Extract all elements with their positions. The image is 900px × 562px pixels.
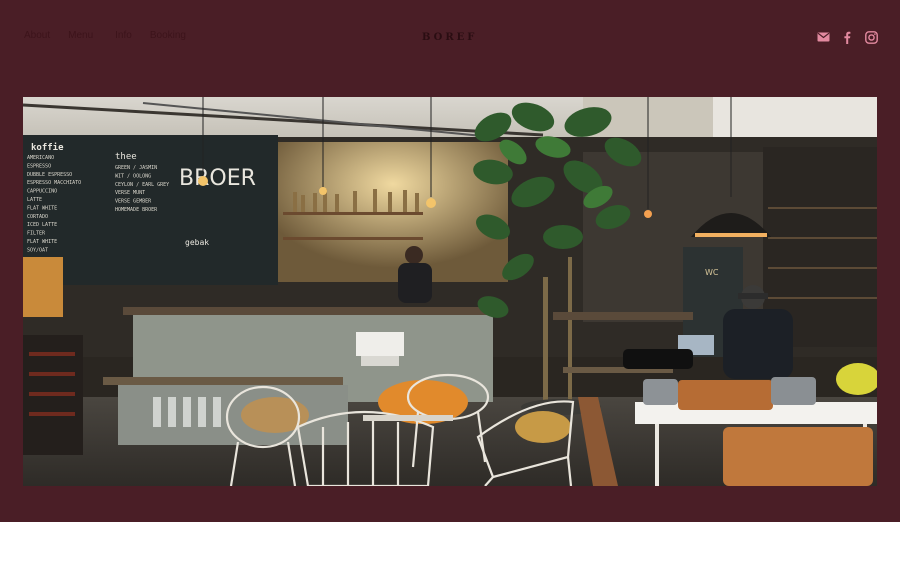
chalk-menu-left-line: AMERICANO (27, 155, 54, 161)
chalk-menu-left-line: ESPRESSO (27, 163, 51, 169)
chalk-heading-thee: thee (115, 152, 137, 162)
chalk-menu-left-line: FILTER (27, 231, 46, 237)
chalk-menu-left-line: SOY/OAT (27, 247, 48, 253)
social-links (816, 30, 878, 44)
nav-booking[interactable]: Booking (150, 30, 186, 41)
chalk-menu-left-line: FLAT WHITE (27, 239, 57, 245)
site-frame: About Menu Info Booking BOREF koffie the… (0, 0, 900, 522)
chalk-menu-left-line: CAPPUCCINO (27, 189, 57, 195)
hero-image-cafe-interior: koffie thee BROER gebak AMERICANO ESPRESS… (23, 97, 877, 486)
nav-about[interactable]: About (24, 30, 50, 41)
mail-icon[interactable] (816, 30, 830, 44)
chalk-menu-mid-line: VERSE MUNT (115, 190, 145, 196)
main-nav: About Menu Info Booking (24, 30, 204, 41)
page-bottom (0, 522, 900, 562)
chalk-menu-mid-line: GREEN / JASMIN (115, 165, 157, 171)
nav-info[interactable]: Info (115, 30, 132, 41)
nav-menu[interactable]: Menu (68, 30, 93, 41)
chalk-menu-left-line: FLAT WHITE (27, 205, 57, 211)
chalk-menu-mid-line: VERSE GEMBER (115, 199, 152, 205)
chalk-menu-left-line: DUBBLE ESPRESSO (27, 172, 72, 178)
instagram-icon[interactable] (864, 30, 878, 44)
chalk-brand: BROER (179, 166, 256, 191)
chalk-menu-mid-line: HOMEMADE BROER (115, 207, 158, 213)
site-logo[interactable]: BOREF (422, 32, 482, 43)
chalk-menu-left-line: LATTE (27, 197, 42, 203)
chalk-gebak: gebak (185, 238, 209, 247)
chalk-menu-left-line: ESPRESSO MACCHIATO (27, 180, 81, 186)
chalk-menu-mid-line: CEYLON / EARL GREY (115, 182, 169, 188)
chalk-menu-left-line: CORTADO (27, 214, 48, 220)
chalk-menu-left-line: ICED LATTE (27, 222, 57, 228)
chalk-menu-mid-line: WIT / OOLONG (115, 173, 151, 179)
chalk-heading-koffie: koffie (31, 142, 64, 153)
wc-sign: WC (705, 268, 719, 277)
facebook-icon[interactable] (840, 30, 854, 44)
